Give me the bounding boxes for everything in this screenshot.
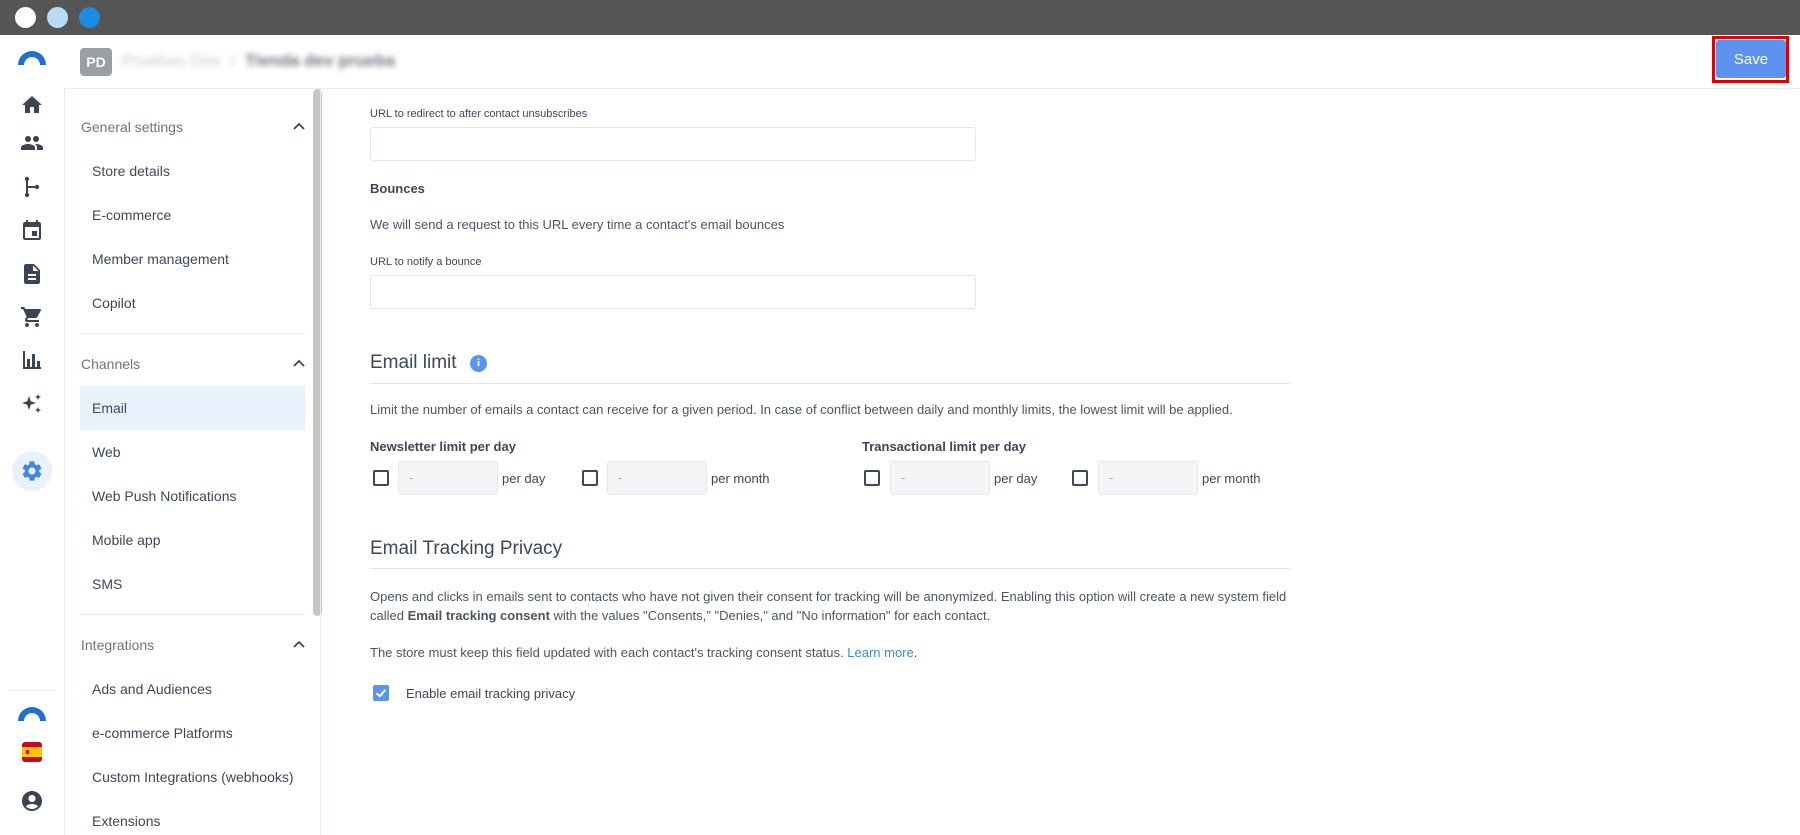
unsubscribe-url-label: URL to redirect to after contact unsubsc…	[370, 108, 588, 120]
tracking-field-name: Email tracking consent	[407, 608, 550, 623]
learn-more-link[interactable]: Learn more	[847, 645, 913, 660]
enable-tracking-privacy-checkbox[interactable]	[373, 685, 389, 701]
newsletter-per-day-input[interactable]: -	[398, 461, 498, 495]
tracking-keep-sentence: The store must keep this field updated w…	[370, 645, 844, 660]
per-month-label: per month	[1202, 471, 1261, 486]
sidebar-item-ads-audiences[interactable]: Ads and Audiences	[80, 667, 305, 711]
sidebar-item-ecommerce-platforms[interactable]: e-commerce Platforms	[80, 711, 305, 755]
sidebar-item-extensions[interactable]: Extensions	[80, 799, 305, 835]
per-day-label: per day	[994, 471, 1038, 486]
bounces-description: We will send a request to this URL every…	[370, 217, 785, 232]
sidebar-item-e-commerce[interactable]: E-commerce	[80, 193, 305, 237]
section-title: General settings	[81, 119, 183, 135]
transactional-per-day-input[interactable]: -	[890, 461, 990, 495]
checkmark-icon	[375, 689, 387, 698]
per-month-label: per month	[711, 471, 770, 486]
email-settings-panel: URL to redirect to after contact unsubsc…	[370, 89, 1290, 835]
bounce-url-label: URL to notify a bounce	[370, 256, 482, 268]
sidebar-item-web-push[interactable]: Web Push Notifications	[80, 474, 305, 518]
spain-flag-icon[interactable]	[22, 742, 42, 762]
cart-icon[interactable]	[20, 305, 44, 329]
breadcrumb: Pruebas Dev / Tienda dev prueba	[122, 51, 395, 71]
flows-icon[interactable]	[20, 175, 44, 199]
settings-sidebar: General settings Store details E-commerc…	[65, 89, 321, 835]
section-title: Channels	[81, 356, 141, 372]
document-icon[interactable]	[20, 262, 44, 286]
transactional-per-day-checkbox[interactable]	[864, 470, 880, 486]
unsubscribe-url-input[interactable]	[370, 127, 976, 161]
sidebar-item-sms[interactable]: SMS	[80, 562, 305, 606]
newsletter-per-day-checkbox[interactable]	[373, 470, 389, 486]
bounce-url-input[interactable]	[370, 275, 976, 309]
chevron-up-icon	[293, 640, 305, 648]
section-divider	[370, 383, 1290, 384]
sidebar-divider	[80, 333, 305, 334]
enable-tracking-privacy-label[interactable]: Enable email tracking privacy	[406, 686, 575, 701]
newsletter-limit-label: Newsletter limit per day	[370, 439, 516, 454]
section-general-settings[interactable]: General settings	[81, 107, 305, 147]
contacts-icon[interactable]	[20, 131, 44, 155]
sidebar-item-store-details[interactable]: Store details	[80, 149, 305, 193]
sidebar-item-mobile-app[interactable]: Mobile app	[80, 518, 305, 562]
section-channels[interactable]: Channels	[81, 344, 305, 384]
save-button[interactable]: Save	[1716, 40, 1786, 78]
section-title: Integrations	[81, 637, 155, 653]
tracking-keep-text: The store must keep this field updated w…	[370, 643, 917, 662]
section-integrations[interactable]: Integrations	[81, 625, 305, 665]
window-minimize-dot[interactable]	[47, 7, 68, 28]
per-day-label: per day	[502, 471, 546, 486]
icon-rail	[0, 35, 65, 835]
breadcrumb-account[interactable]: Pruebas Dev	[122, 51, 220, 70]
window-close-dot[interactable]	[15, 7, 36, 28]
settings-icon[interactable]	[20, 459, 44, 483]
bounces-title: Bounces	[370, 181, 425, 196]
home-icon[interactable]	[20, 93, 44, 117]
email-limit-info-icon[interactable]: i	[470, 355, 487, 372]
sidebar-item-member-management[interactable]: Member management	[80, 237, 305, 281]
sidebar-item-custom-integrations[interactable]: Custom Integrations (webhooks)	[80, 755, 305, 799]
sidebar-divider	[80, 614, 305, 615]
email-limit-title: Email limit	[370, 352, 457, 373]
learn-more-suffix: .	[913, 645, 918, 660]
account-avatar[interactable]: PD	[80, 48, 112, 76]
tracking-description: Opens and clicks in emails sent to conta…	[370, 587, 1290, 625]
breadcrumb-separator: /	[230, 51, 236, 70]
chevron-up-icon	[293, 122, 305, 130]
transactional-limit-label: Transactional limit per day	[862, 439, 1026, 454]
newsletter-per-month-input[interactable]: -	[607, 461, 707, 495]
analytics-icon[interactable]	[20, 348, 44, 372]
top-header: PD Pruebas Dev / Tienda dev prueba Save	[64, 35, 1800, 89]
section-divider	[370, 568, 1290, 569]
sidebar-item-web[interactable]: Web	[80, 430, 305, 474]
calendar-icon[interactable]	[20, 218, 44, 242]
sidebar-border	[320, 89, 321, 835]
tracking-description-part2: with the values "Consents," "Denies," an…	[549, 608, 991, 623]
tracking-privacy-title: Email Tracking Privacy	[370, 538, 563, 559]
breadcrumb-store: Tienda dev prueba	[245, 51, 395, 70]
account-icon[interactable]	[20, 789, 44, 813]
logo-icon[interactable]	[16, 703, 48, 723]
sparkle-icon[interactable]	[20, 392, 44, 416]
transactional-per-month-input[interactable]: -	[1098, 461, 1198, 495]
window-titlebar	[0, 0, 1800, 35]
chevron-up-icon	[293, 359, 305, 367]
logo-icon[interactable]	[16, 47, 48, 67]
window-maximize-dot[interactable]	[79, 7, 100, 28]
newsletter-per-month-checkbox[interactable]	[582, 470, 598, 486]
sidebar-item-email[interactable]: Email	[80, 386, 305, 430]
email-limit-description: Limit the number of emails a contact can…	[370, 402, 1233, 417]
sidebar-item-copilot[interactable]: Copilot	[80, 281, 305, 325]
transactional-per-month-checkbox[interactable]	[1072, 470, 1088, 486]
